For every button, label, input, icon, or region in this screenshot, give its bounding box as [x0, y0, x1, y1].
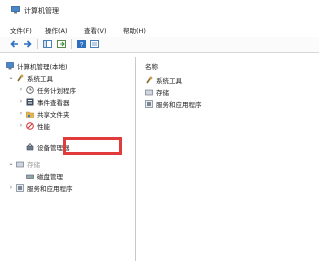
forward-icon[interactable]: [22, 39, 33, 49]
tree-item-storage[interactable]: ⌄ 存储: [8, 158, 40, 169]
column-header-name[interactable]: 名称: [145, 61, 158, 71]
storage-icon: [16, 160, 24, 168]
tree-item-root[interactable]: 计算机管理(本地): [4, 60, 68, 71]
tree-item-label: 磁盘管理: [37, 172, 63, 181]
device-manager-icon: [26, 142, 34, 151]
tree-item-label: 性能: [37, 122, 50, 131]
tree-item-label: 事件查看器: [37, 98, 70, 107]
tree-item-shared-folders[interactable]: › 共享文件夹: [18, 108, 70, 119]
tree-item-services-apps[interactable]: › 服务和应用程序: [8, 182, 73, 193]
list-item[interactable]: 服务和应用程序: [145, 98, 202, 109]
event-viewer-icon: [26, 98, 34, 106]
properties-icon[interactable]: [89, 39, 100, 49]
chevron-right-icon[interactable]: ›: [18, 110, 24, 117]
chevron-right-icon[interactable]: ›: [18, 122, 24, 129]
back-icon[interactable]: [9, 39, 20, 49]
highlight-annotation: [63, 137, 122, 155]
tools-icon: [16, 74, 24, 82]
list-item-label: 系统工具: [156, 76, 182, 85]
tree-item-label: 任务计划程序: [37, 86, 76, 95]
export-list-icon[interactable]: [56, 39, 67, 49]
tree-item-task-scheduler[interactable]: › 任务计划程序: [18, 84, 76, 95]
tree-item-label: 计算机管理(本地): [17, 62, 68, 71]
show-hide-tree-icon[interactable]: [42, 39, 53, 49]
menu-help[interactable]: 帮助(H): [123, 25, 146, 35]
toolbar: ?: [0, 37, 319, 53]
chevron-down-icon[interactable]: ⌄: [8, 160, 14, 167]
disk-icon: [26, 172, 34, 180]
menu-file[interactable]: 文件(F): [10, 25, 32, 35]
storage-icon: [145, 88, 153, 96]
tree-item-performance[interactable]: › 性能: [18, 120, 50, 131]
list-item[interactable]: 系统工具: [145, 74, 182, 85]
computer-management-icon: [11, 6, 20, 14]
tree-item-label: 系统工具: [27, 74, 53, 83]
tree-item-system-tools[interactable]: ⌄ 系统工具: [8, 72, 53, 83]
menu-action[interactable]: 操作(A): [45, 25, 68, 35]
services-icon: [145, 99, 153, 108]
list-item[interactable]: 存储: [145, 86, 169, 97]
chevron-right-icon[interactable]: ›: [18, 86, 24, 93]
toolbar-separator: [71, 39, 72, 49]
title-bar: 计算机管理: [0, 0, 319, 19]
performance-icon: [26, 121, 34, 130]
tree-item-label: 存储: [27, 160, 40, 169]
computer-management-icon: [6, 61, 14, 70]
window-title: 计算机管理: [24, 7, 59, 15]
tree-item-event-viewer[interactable]: › 事件查看器: [18, 96, 70, 107]
tree-item-label: 服务和应用程序: [27, 184, 73, 193]
shared-folder-icon: [26, 110, 34, 118]
menu-bar: 文件(F) 操作(A) 查看(V) 帮助(H): [0, 23, 319, 35]
svg-text:?: ?: [80, 42, 84, 49]
tree-item-disk-management[interactable]: 磁盘管理: [24, 170, 63, 181]
clock-icon: [26, 85, 34, 94]
chevron-right-icon[interactable]: ›: [18, 98, 24, 105]
tree-item-label: 共享文件夹: [37, 110, 70, 119]
services-icon: [16, 183, 24, 192]
list-item-label: 服务和应用程序: [156, 100, 202, 109]
list-item-label: 存储: [156, 88, 169, 97]
chevron-right-icon[interactable]: ›: [8, 184, 14, 191]
help-icon[interactable]: ?: [76, 39, 87, 49]
menu-view[interactable]: 查看(V): [84, 25, 107, 35]
toolbar-separator: [37, 39, 38, 49]
tools-icon: [145, 76, 153, 84]
chevron-down-icon[interactable]: ⌄: [8, 74, 14, 81]
